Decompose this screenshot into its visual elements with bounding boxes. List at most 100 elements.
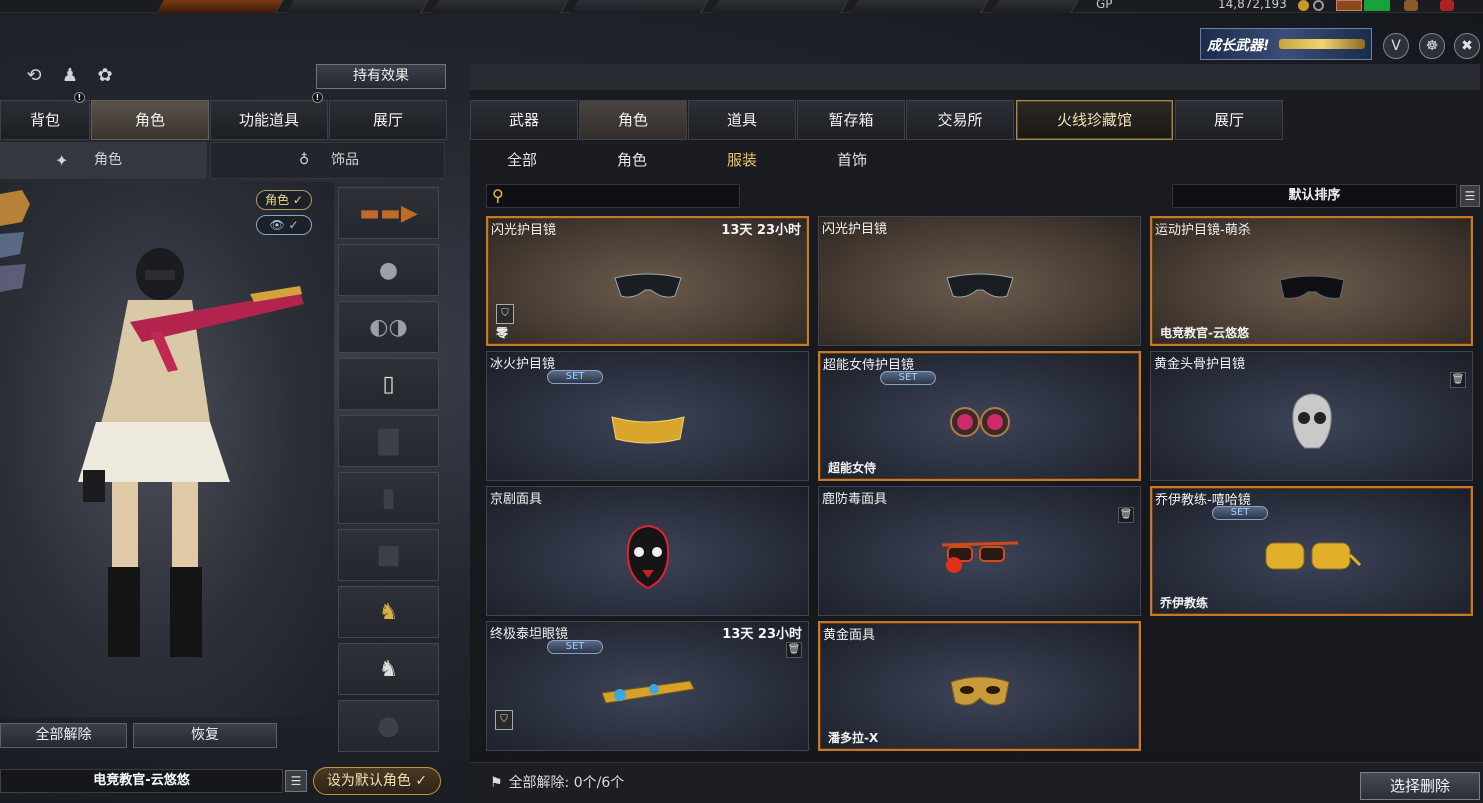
character-preview[interactable]: 角色 ✓ 👁 ✓ xyxy=(0,182,334,717)
tab-weapons[interactable]: 武器 xyxy=(470,100,578,140)
restore-button[interactable]: 恢复 xyxy=(133,723,277,748)
subtab-character[interactable]: ✦ 角色 xyxy=(0,142,207,179)
item-card[interactable]: 鹿防毒面具 🗑 xyxy=(818,486,1141,616)
item-owner: 零 xyxy=(496,326,509,340)
item-card[interactable]: 超能女侍护目镜 SET 超能女侍 xyxy=(818,351,1141,481)
opera-mask-icon xyxy=(626,525,669,590)
menu-icon[interactable]: ☰ xyxy=(285,770,307,792)
top-tab[interactable] xyxy=(851,0,989,13)
character-name-field[interactable]: 电竞教官-云悠悠 xyxy=(0,769,283,793)
top-tab[interactable] xyxy=(991,0,1079,13)
eye-visibility-chip[interactable]: 👁 ✓ xyxy=(256,215,312,235)
item-card[interactable]: 终极泰坦眼镜 13天 23小时 SET 🗑 ⛉ xyxy=(486,621,809,751)
shop-icon[interactable] xyxy=(1404,0,1418,11)
set-badge: SET xyxy=(1212,506,1268,520)
tab-collection[interactable]: 火线珍藏馆 xyxy=(1016,100,1173,140)
subtab-accessories[interactable]: ♁ 饰品 xyxy=(210,142,445,179)
search-input[interactable] xyxy=(486,184,740,208)
tab-right-showroom[interactable]: 展厅 xyxy=(1175,100,1283,140)
set-badge: SET xyxy=(547,370,603,384)
item-card[interactable]: 闪光护目镜 13天 23小时 ⛉ 零 xyxy=(486,216,809,346)
tab-storage[interactable]: 暂存箱 xyxy=(797,100,905,140)
clown-glasses-icon xyxy=(941,541,1018,574)
helmet-icon: ● xyxy=(378,257,399,283)
set-default-character-button[interactable]: 设为默认角色 ✓ xyxy=(313,767,441,795)
skull-mask-icon xyxy=(1291,393,1332,449)
unequip-all-button[interactable]: 全部解除 xyxy=(0,723,127,748)
item-time-remaining: 13天 23小时 xyxy=(721,223,801,238)
slot-pants[interactable]: ■ xyxy=(338,529,439,581)
slot-helmet[interactable]: ● xyxy=(338,244,439,296)
item-card[interactable]: 冰火护目镜 SET xyxy=(486,351,809,481)
steampunk-goggles-icon xyxy=(949,407,1010,438)
sport-goggles-icon xyxy=(1278,275,1345,300)
item-card[interactable]: 闪光护目镜 xyxy=(818,216,1141,346)
tab-roles[interactable]: 角色 xyxy=(579,100,687,140)
flag-icon[interactable] xyxy=(1336,0,1362,11)
slot-radio[interactable]: ▯ xyxy=(338,358,439,410)
tab-exchange[interactable]: 交易所 xyxy=(906,100,1014,140)
trash-icon[interactable]: 🗑 xyxy=(1450,372,1466,388)
alert-icon[interactable] xyxy=(1440,0,1454,11)
item-owner: 超能女侍 xyxy=(828,461,877,475)
coin-icon xyxy=(1298,0,1309,11)
sparkle-person-icon: ✦ xyxy=(55,151,69,170)
subtab-jewelry[interactable]: 首饰 xyxy=(837,149,867,170)
select-delete-button[interactable]: 选择删除 xyxy=(1360,772,1480,800)
goggles-icon xyxy=(613,273,682,298)
bookmark-icon: ⚑ xyxy=(490,775,503,791)
item-card[interactable]: 京剧面具 xyxy=(486,486,809,616)
unequip-status-text: 全部解除: 0个/6个 xyxy=(508,775,625,791)
hold-effect-button[interactable]: 持有效果 xyxy=(316,64,446,89)
item-name: 闪光护目镜 xyxy=(822,222,888,237)
subtab-clothing[interactable]: 服装 xyxy=(727,149,757,170)
tools-icon[interactable]: ✖ xyxy=(1454,33,1480,59)
item-card[interactable]: 黄金面具 潘多拉-X xyxy=(818,621,1141,751)
slot-backpack[interactable]: ▮ xyxy=(338,472,439,524)
top-tab[interactable] xyxy=(431,0,569,13)
tab-showroom[interactable]: 展厅 xyxy=(329,100,447,140)
tab-items[interactable]: 道具 xyxy=(688,100,796,140)
gear-skin-icon[interactable]: ✿ xyxy=(93,64,117,88)
trash-icon[interactable]: 🗑 xyxy=(786,642,802,658)
gp-label: GP xyxy=(1096,0,1113,11)
item-card[interactable]: 乔伊教练-嘻哈镜 SET 乔伊教练 xyxy=(1150,486,1473,616)
role-visibility-chip[interactable]: 角色 ✓ xyxy=(256,190,312,210)
top-tab[interactable] xyxy=(711,0,849,13)
top-tab[interactable] xyxy=(571,0,709,13)
history-icon[interactable]: ⟲ xyxy=(22,64,46,88)
character-model xyxy=(0,190,304,657)
steering-wheel-icon[interactable]: ☸ xyxy=(1419,33,1445,59)
tab-function-items[interactable]: 功能道具 xyxy=(210,100,328,140)
tab-character[interactable]: 角色 xyxy=(91,100,209,140)
top-tab[interactable] xyxy=(156,0,284,13)
status-icon xyxy=(1364,0,1390,11)
silver-horse-icon: ♞ xyxy=(378,656,399,682)
vip-badge-icon[interactable]: V xyxy=(1383,33,1409,59)
slot-mount[interactable]: ♞ xyxy=(338,643,439,695)
top-tab[interactable] xyxy=(286,0,429,13)
trash-icon[interactable]: 🗑 xyxy=(1118,507,1134,523)
empty-slot-icon: ● xyxy=(377,711,400,741)
slot-extra[interactable]: ● xyxy=(338,700,439,752)
slot-vest[interactable]: ▇ xyxy=(338,415,439,467)
slot-pet[interactable]: ♞ xyxy=(338,586,439,638)
menu-icon[interactable]: ☰ xyxy=(1460,185,1480,207)
growth-weapon-banner[interactable]: 成长武器! xyxy=(1200,28,1372,60)
item-card[interactable]: 运动护目镜-萌杀 电竞教官-云悠悠 xyxy=(1150,216,1473,346)
growth-weapon-label: 成长武器! xyxy=(1207,38,1270,54)
backpack-icon: ▮ xyxy=(381,483,396,513)
character-swap-icon[interactable]: ♟ xyxy=(58,64,82,88)
subtab-role[interactable]: 角色 xyxy=(617,149,647,170)
sort-select[interactable]: 默认排序 xyxy=(1172,184,1457,208)
gold-mask-icon xyxy=(949,676,1010,706)
slot-goggles[interactable]: ◐◑ xyxy=(338,301,439,353)
slot-primary-weapon[interactable]: ▬▬▶ xyxy=(338,187,439,239)
tab-backpack[interactable]: 背包 xyxy=(0,100,90,140)
refresh-icon[interactable] xyxy=(1313,0,1324,11)
item-time-remaining: 13天 23小时 xyxy=(722,627,802,642)
subtab-all[interactable]: 全部 xyxy=(507,149,537,170)
item-name: 运动护目镜-萌杀 xyxy=(1155,223,1251,238)
search-icon[interactable]: ⚲ xyxy=(492,186,504,205)
item-card[interactable]: 黄金头骨护目镜 🗑 xyxy=(1150,351,1473,481)
